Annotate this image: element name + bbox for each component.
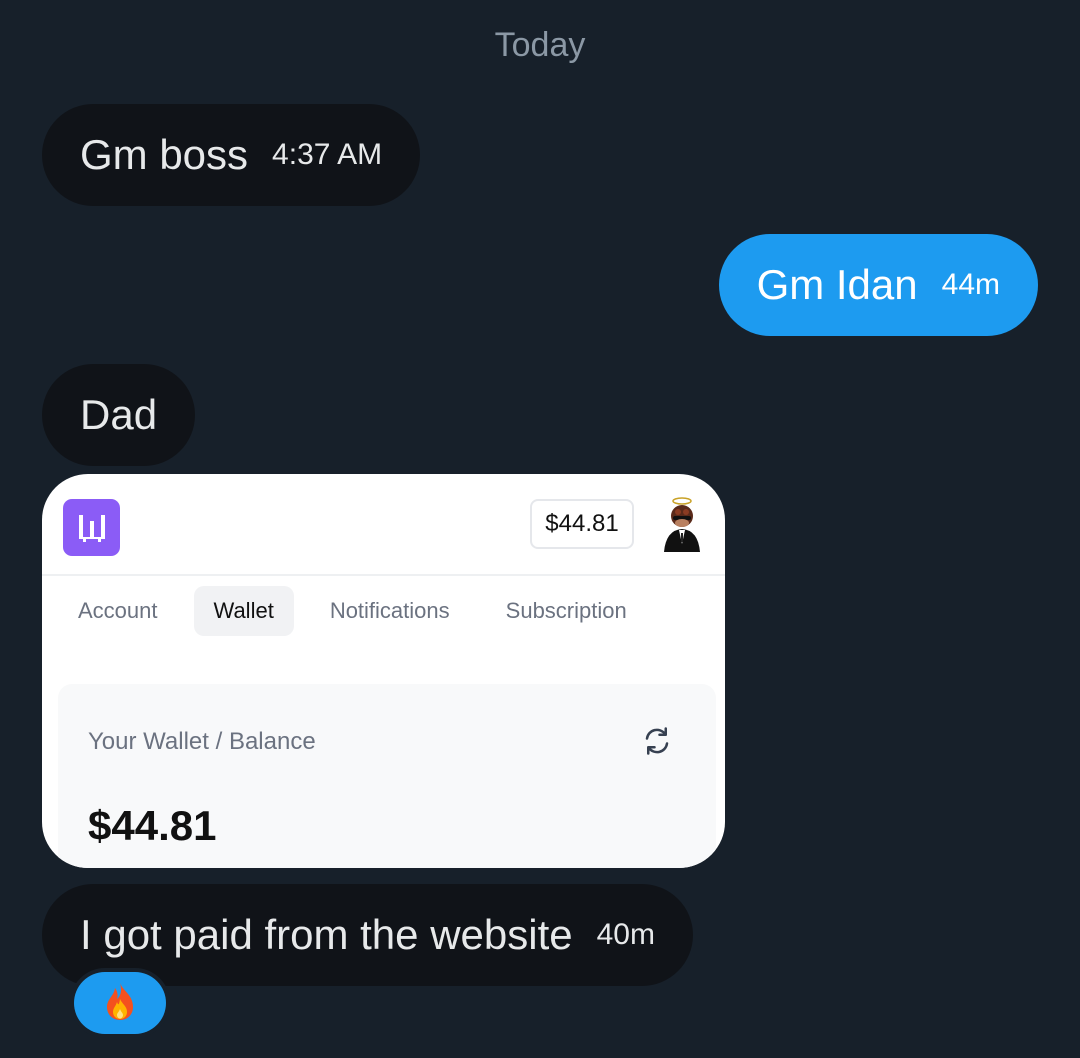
message-text: Dad: [80, 391, 158, 438]
wallet-title: Your Wallet / Balance: [88, 728, 316, 755]
wallet-balance-card: Your Wallet / Balance $44.81: [58, 684, 716, 868]
header-balance-chip[interactable]: $44.81: [530, 499, 634, 549]
tab-subscription[interactable]: Subscription: [486, 586, 647, 636]
reaction-badge[interactable]: [74, 972, 166, 1034]
message-time: 40m: [596, 918, 655, 951]
wallet-amount: $44.81: [88, 802, 217, 849]
dm-conversation: Today Gm boss 4:37 AM Gm Idan 44m Dad $4…: [0, 0, 1080, 1058]
tab-account[interactable]: Account: [58, 586, 178, 636]
message-time: 4:37 AM: [272, 138, 383, 171]
refresh-icon[interactable]: [642, 726, 672, 756]
w-logo-icon: [63, 499, 120, 556]
message-bubble-outgoing[interactable]: Gm Idan 44m: [718, 234, 1038, 336]
image-attachment[interactable]: $44.81 Account Wallet Notifications Subs…: [42, 474, 725, 868]
attachment-header: $44.81: [42, 474, 725, 576]
tab-wallet[interactable]: Wallet: [193, 586, 294, 636]
message-text: Gm boss: [80, 131, 249, 178]
message-text: Gm Idan: [756, 261, 918, 308]
avatar-icon[interactable]: [656, 496, 708, 552]
message-text: I got paid from the website: [80, 911, 573, 958]
tab-notifications[interactable]: Notifications: [310, 586, 470, 636]
message-bubble-incoming[interactable]: Gm boss 4:37 AM: [42, 104, 421, 206]
message-bubble-incoming[interactable]: I got paid from the website 40m: [42, 884, 693, 986]
date-separator: Today: [494, 26, 586, 64]
message-bubble-incoming[interactable]: Dad: [42, 364, 196, 466]
settings-tabs: Account Wallet Notifications Subscriptio…: [58, 586, 663, 636]
fire-icon: [103, 981, 137, 1026]
message-time: 44m: [941, 268, 1000, 301]
